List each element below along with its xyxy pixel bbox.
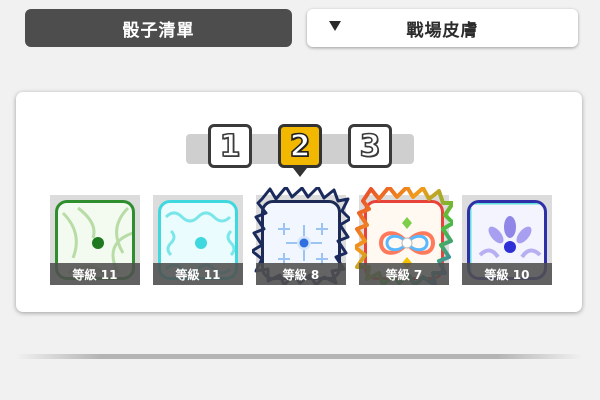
dice-level-label: 等級 7 xyxy=(359,263,449,285)
dice-slot-3[interactable]: 等級 8 xyxy=(252,187,350,285)
dice-slot-5[interactable]: 等級 10 xyxy=(462,195,552,285)
page-button-1[interactable]: 1 xyxy=(208,124,252,168)
tab-battlefield-skin[interactable]: 戰場皮膚 xyxy=(307,9,578,47)
dice-level-label: 等級 11 xyxy=(50,263,140,285)
dice-deck-panel: 1 2 3 等級 11 等級 11 等級 8 等級 7 等級 10 xyxy=(16,92,582,312)
page-button-2-label: 2 xyxy=(289,128,311,165)
dice-slot-4[interactable]: 等級 7 xyxy=(355,187,453,285)
dice-slot-1[interactable]: 等級 11 xyxy=(50,195,140,285)
section-divider xyxy=(16,354,582,359)
tab-battlefield-skin-label: 戰場皮膚 xyxy=(406,20,479,41)
tab-dice-list[interactable]: 骰子清單 xyxy=(25,9,292,47)
tab-dice-list-label: 骰子清單 xyxy=(122,20,195,41)
page-button-1-label: 1 xyxy=(219,128,241,165)
page-button-3-label: 3 xyxy=(359,128,381,165)
page-button-3[interactable]: 3 xyxy=(348,124,392,168)
triangle-down-icon xyxy=(329,21,341,31)
dice-level-label: 等級 10 xyxy=(462,263,552,285)
dice-level-label: 等級 11 xyxy=(153,263,243,285)
dice-level-label: 等級 8 xyxy=(256,263,346,285)
dice-slot-2[interactable]: 等級 11 xyxy=(153,195,243,285)
page-button-2[interactable]: 2 xyxy=(278,124,322,168)
